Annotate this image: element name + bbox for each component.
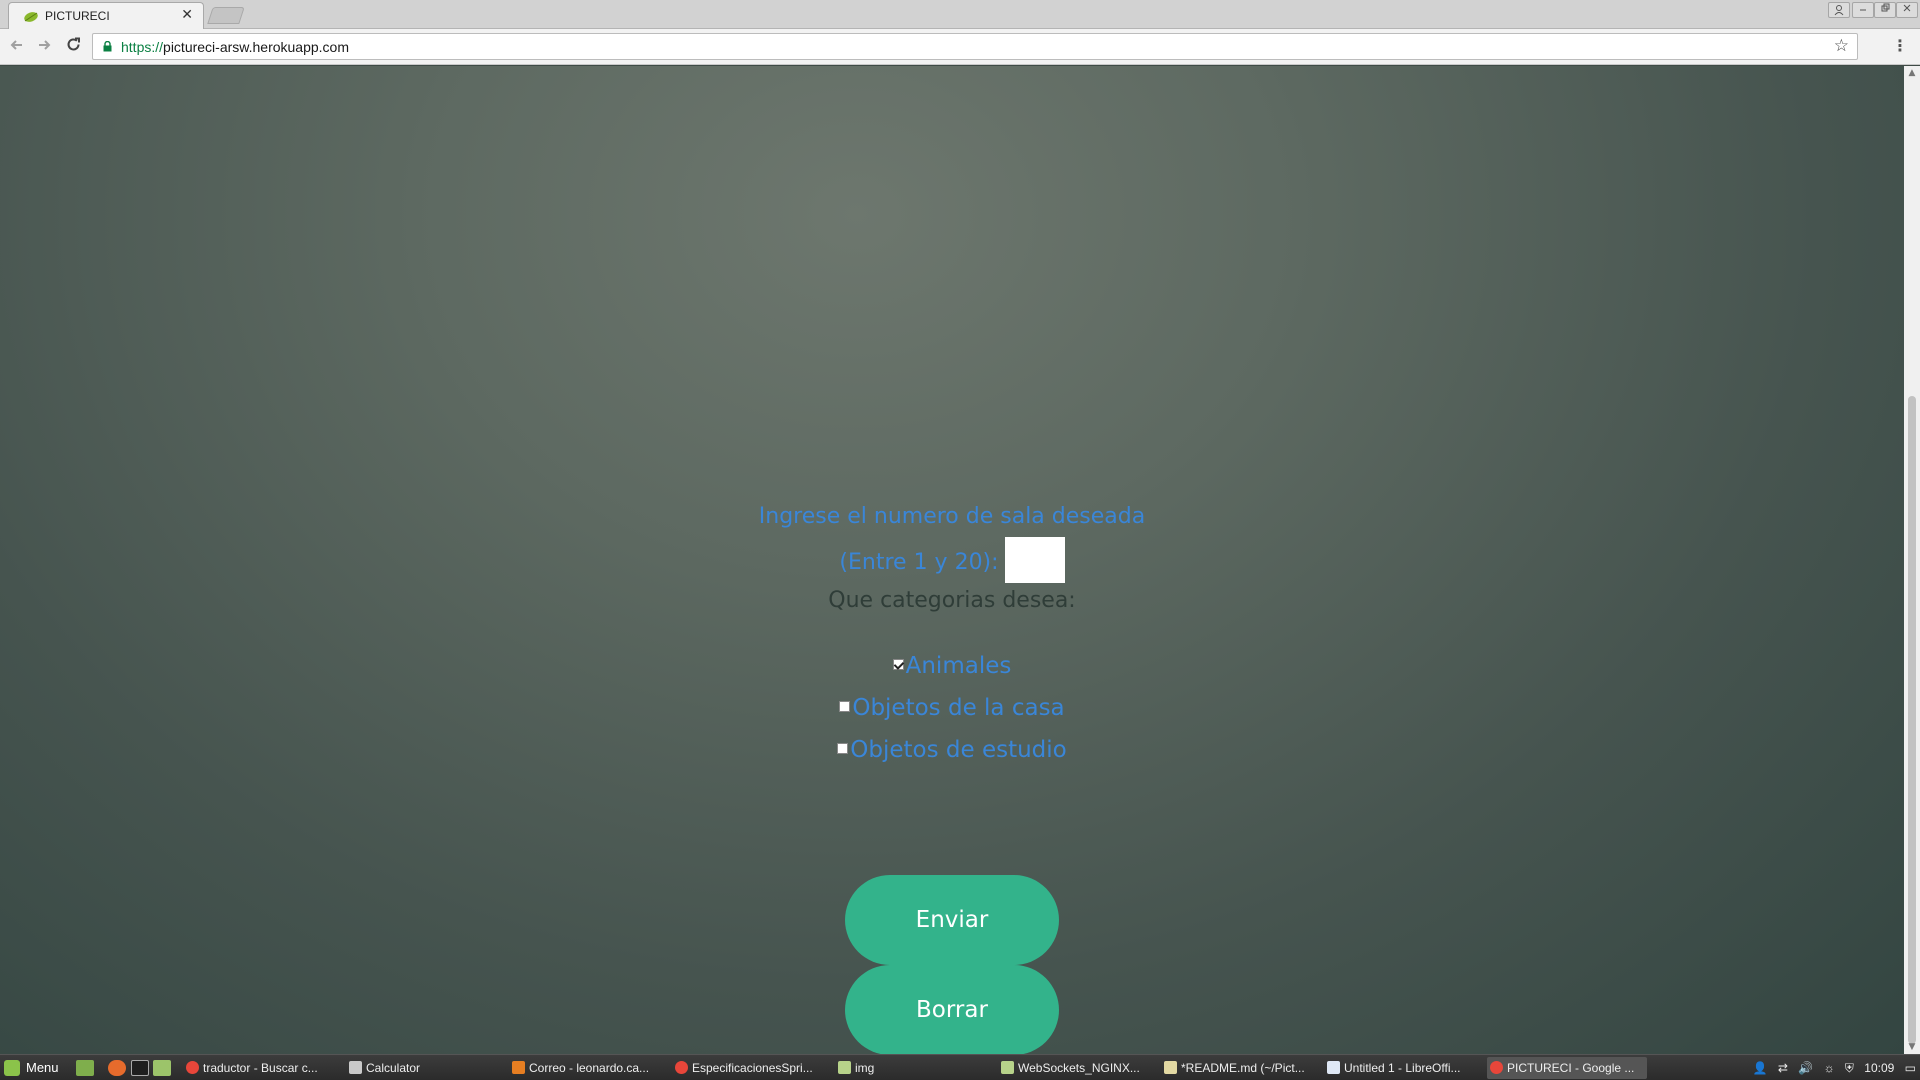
back-arrow-icon[interactable]	[6, 36, 28, 58]
taskbar-item-pictureci[interactable]: PICTURECI - Google ...	[1487, 1057, 1647, 1079]
system-tray: 👤 ⇄ 🔊 ☼ ⛨ 10:09 ▭	[1746, 1057, 1916, 1079]
show-desktop-tray-icon[interactable]: ▭	[1905, 1061, 1916, 1075]
reload-icon[interactable]	[62, 36, 84, 58]
new-tab-button[interactable]	[207, 7, 245, 24]
minimize-window-icon[interactable]	[1852, 2, 1874, 18]
text-editor-icon	[1164, 1061, 1177, 1074]
taskbar-item-libreoffice[interactable]: Untitled 1 - LibreOffi...	[1324, 1057, 1474, 1079]
chrome-icon	[675, 1061, 688, 1074]
shield-icon[interactable]: ⛨	[1845, 1061, 1854, 1075]
show-desktop-icon[interactable]	[76, 1060, 94, 1076]
clear-button[interactable]: Borrar	[845, 965, 1059, 1054]
task-label: img	[855, 1061, 875, 1075]
mail-icon	[512, 1061, 525, 1074]
files-launcher-icon[interactable]	[153, 1060, 171, 1076]
browser-tab-bar: PICTURECI ✕	[0, 0, 1920, 29]
category-label: Objetos de estudio	[850, 737, 1067, 763]
category-question: Que categorias desea:	[828, 588, 1076, 613]
room-range-label: (Entre 1 y 20):	[839, 550, 999, 575]
room-number-input[interactable]	[1004, 537, 1065, 583]
address-bar[interactable]: https://pictureci-arsw.herokuapp.com ☆	[92, 33, 1858, 60]
page-scrollbar[interactable]: ▲ ▼	[1904, 66, 1920, 1054]
browser-menu-icon[interactable]: ⋮	[1892, 35, 1908, 57]
chrome-icon	[186, 1061, 199, 1074]
os-taskbar: Menu traductor - Buscar c... Calculator …	[0, 1054, 1920, 1080]
task-label: *README.md (~/Pict...	[1181, 1061, 1305, 1075]
category-label: Animales	[905, 653, 1012, 679]
taskbar-item-readme[interactable]: *README.md (~/Pict...	[1161, 1057, 1311, 1079]
brightness-icon[interactable]: ☼	[1824, 1061, 1835, 1075]
browser-toolbar: https://pictureci-arsw.herokuapp.com ☆ ⋮	[0, 29, 1920, 65]
terminal-launcher-icon[interactable]	[131, 1060, 149, 1076]
browser-tab-active[interactable]: PICTURECI ✕	[8, 2, 204, 29]
task-label: Correo - leonardo.ca...	[529, 1061, 650, 1075]
scroll-down-arrow-icon[interactable]: ▼	[1907, 1042, 1917, 1052]
clock[interactable]: 10:09	[1864, 1061, 1894, 1075]
taskbar-item-especificaciones[interactable]: EspecificacionesSpri...	[672, 1057, 822, 1079]
taskbar-item-websockets[interactable]: WebSockets_NGINX...	[998, 1057, 1148, 1079]
network-icon[interactable]: ⇄	[1778, 1061, 1788, 1075]
mint-logo-icon	[4, 1060, 20, 1076]
forward-arrow-icon[interactable]	[33, 36, 55, 58]
scroll-up-arrow-icon[interactable]: ▲	[1907, 68, 1917, 78]
folder-icon	[838, 1061, 851, 1074]
category-option-animales[interactable]: Animales	[0, 653, 1904, 679]
firefox-launcher-icon[interactable]	[108, 1060, 126, 1076]
lock-icon	[103, 41, 112, 52]
taskbar-item-correo[interactable]: Correo - leonardo.ca...	[509, 1057, 659, 1079]
category-checkbox[interactable]	[839, 701, 851, 712]
task-label: EspecificacionesSpri...	[692, 1061, 813, 1075]
restore-window-icon[interactable]	[1874, 2, 1896, 18]
url-text: https://pictureci-arsw.herokuapp.com	[121, 39, 349, 55]
url-host: pictureci-arsw.herokuapp.com	[163, 39, 350, 55]
leaf-favicon-icon	[24, 12, 38, 22]
user-profile-icon[interactable]	[1828, 2, 1850, 18]
task-label: traductor - Buscar c...	[203, 1061, 318, 1075]
user-icon[interactable]: 👤	[1753, 1061, 1768, 1075]
scrollbar-thumb[interactable]	[1908, 396, 1916, 1044]
document-icon	[1327, 1061, 1340, 1074]
close-window-icon[interactable]	[1896, 2, 1918, 18]
folder-icon	[1001, 1061, 1014, 1074]
calculator-icon	[349, 1061, 362, 1074]
tab-title: PICTURECI	[45, 9, 110, 23]
task-label: Untitled 1 - LibreOffi...	[1344, 1061, 1461, 1075]
category-option-objetos-estudio[interactable]: Objetos de estudio	[0, 737, 1904, 763]
page-content: Ingrese el numero de sala deseada (Entre…	[0, 66, 1904, 1054]
category-label: Objetos de la casa	[852, 695, 1065, 721]
task-label: PICTURECI - Google ...	[1507, 1061, 1635, 1075]
taskbar-item-img[interactable]: img	[835, 1057, 985, 1079]
taskbar-item-calculator[interactable]: Calculator	[346, 1057, 496, 1079]
volume-icon[interactable]: 🔊	[1798, 1061, 1813, 1075]
category-option-objetos-casa[interactable]: Objetos de la casa	[0, 695, 1904, 721]
start-menu-button[interactable]: Menu	[4, 1058, 59, 1078]
taskbar-item-traductor[interactable]: traductor - Buscar c...	[183, 1057, 333, 1079]
task-label: WebSockets_NGINX...	[1018, 1061, 1140, 1075]
task-label: Calculator	[366, 1061, 421, 1075]
category-checkbox[interactable]	[837, 743, 849, 754]
chrome-icon	[1490, 1061, 1503, 1074]
url-scheme: https://	[121, 39, 164, 55]
room-number-prompt: Ingrese el numero de sala deseada	[758, 504, 1146, 529]
category-checkbox[interactable]	[892, 659, 904, 670]
start-menu-label: Menu	[26, 1060, 59, 1075]
bookmark-star-icon[interactable]: ☆	[1834, 36, 1849, 56]
tab-close-icon[interactable]: ✕	[181, 7, 193, 23]
send-button[interactable]: Enviar	[845, 875, 1059, 965]
room-range-row: (Entre 1 y 20):	[0, 537, 1904, 586]
